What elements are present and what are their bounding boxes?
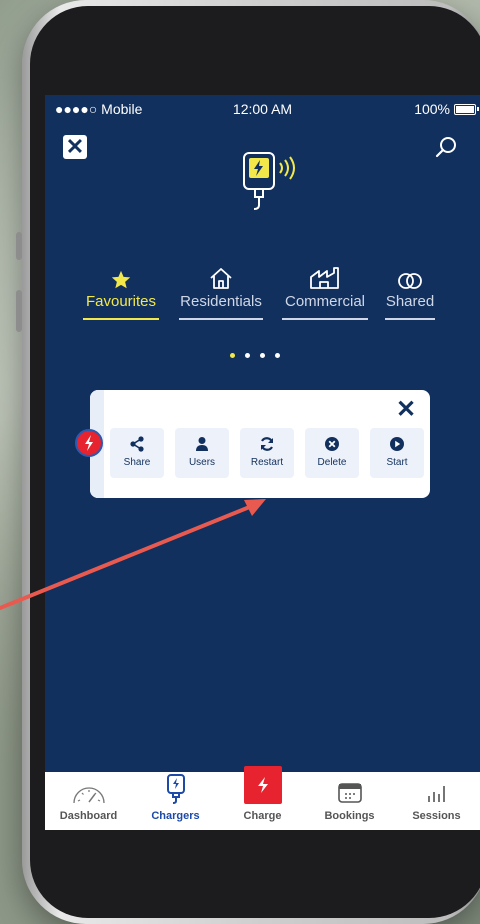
house-icon — [210, 268, 232, 289]
close-icon: ✕ — [396, 396, 417, 423]
volume-button — [16, 290, 22, 332]
action-buttons: Share Users Restart Delete Start — [110, 428, 424, 478]
tabbar-chargers[interactable]: Chargers — [132, 772, 219, 830]
bar-chart-icon — [427, 786, 445, 802]
action-label: Restart — [250, 457, 284, 468]
tab-residentials[interactable]: Residentials — [179, 265, 263, 320]
mute-switch — [16, 232, 22, 260]
tabbar-charge[interactable]: Charge — [219, 766, 306, 830]
tabbar-sessions[interactable]: Sessions — [393, 772, 480, 830]
app-screen: ●●●●○ Mobile 12:00 AM 100% ✕ Favourites … — [45, 95, 480, 830]
tabbar-label: Sessions — [412, 810, 461, 822]
calendar-icon — [337, 783, 362, 803]
tab-shared[interactable]: Shared — [385, 265, 435, 320]
charger-logo-icon — [243, 152, 295, 210]
tabbar-label: Bookings — [324, 810, 375, 822]
restart-button[interactable]: Restart — [240, 428, 294, 478]
tab-label: Shared — [385, 293, 435, 310]
bottom-tab-bar: Dashboard Chargers Charge Bookings Sessi… — [45, 766, 480, 830]
user-icon — [196, 437, 208, 451]
refresh-icon — [260, 437, 274, 451]
play-icon — [390, 437, 404, 451]
users-button[interactable]: Users — [175, 428, 229, 478]
status-bar: ●●●●○ Mobile 12:00 AM 100% — [45, 95, 480, 123]
page-dot[interactable] — [275, 353, 280, 358]
battery-icon — [454, 104, 479, 115]
category-tabs: Favourites Residentials Commercial Share… — [45, 265, 480, 325]
share-icon — [130, 436, 144, 452]
battery-percent: 100% — [414, 101, 450, 117]
tabbar-label: Charge — [243, 810, 282, 822]
star-icon — [111, 270, 131, 289]
tab-label: Favourites — [85, 293, 157, 310]
tab-underline — [83, 318, 159, 320]
close-button[interactable]: ✕ — [63, 135, 87, 159]
bolt-icon — [85, 435, 93, 451]
tabbar-label: Chargers — [151, 810, 200, 822]
tab-favourites[interactable]: Favourites — [83, 265, 159, 320]
tab-label: Residentials — [180, 293, 262, 310]
tabbar-bookings[interactable]: Bookings — [306, 772, 393, 830]
gauge-icon — [72, 787, 105, 804]
action-label: Delete — [317, 457, 347, 468]
charger-icon — [166, 774, 185, 804]
tab-underline — [385, 318, 435, 320]
delete-icon — [325, 437, 339, 451]
page-dot[interactable] — [245, 353, 250, 358]
bolt-icon — [257, 777, 268, 793]
close-icon: ✕ — [65, 134, 85, 159]
tabbar-label: Dashboard — [59, 810, 118, 822]
action-label: Share — [123, 457, 151, 468]
tabbar-dashboard[interactable]: Dashboard — [45, 772, 132, 830]
share-button[interactable]: Share — [110, 428, 164, 478]
action-label: Users — [188, 457, 216, 468]
delete-button[interactable]: Delete — [305, 428, 359, 478]
tab-commercial[interactable]: Commercial — [282, 265, 368, 320]
tab-underline — [282, 318, 368, 320]
card-close-button[interactable]: ✕ — [396, 398, 416, 422]
tab-underline — [179, 318, 263, 320]
page-dot[interactable] — [230, 353, 235, 358]
charger-status-badge[interactable] — [75, 429, 103, 457]
factory-icon — [310, 267, 339, 289]
search-icon[interactable] — [434, 135, 458, 159]
start-button[interactable]: Start — [370, 428, 424, 478]
page-dot[interactable] — [260, 353, 265, 358]
page-indicator — [230, 353, 280, 358]
tab-label: Commercial — [284, 293, 365, 310]
action-label: Start — [386, 457, 408, 468]
shared-rings-icon — [398, 273, 422, 289]
